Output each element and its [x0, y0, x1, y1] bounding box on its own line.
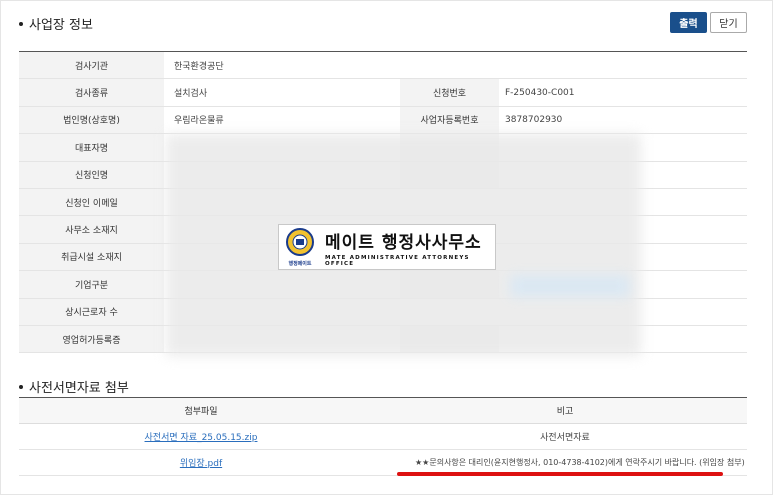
company-type-label: 기업구분 — [19, 270, 164, 299]
redaction-blur — [510, 275, 630, 297]
file-link[interactable]: 사전서면 자료_25.05.15.zip — [145, 433, 258, 443]
watermark-logo: 행정메이트 메이트 행정사사무소 MATE ADMINISTRATIVE ATT… — [278, 224, 496, 270]
section-title-attachments: 사전서면자료 첨부 — [19, 377, 129, 396]
print-button[interactable]: 출력 — [670, 12, 707, 33]
table-row: 검사종류 설치검사 신청번호 F-250430-C001 — [19, 78, 747, 107]
application-no-label: 신청번호 — [400, 78, 499, 107]
rep-name-label: 대표자명 — [19, 133, 164, 162]
facility-address-label: 취급시설 소재지 — [19, 243, 164, 272]
applicant-email-label: 신청인 이메일 — [19, 188, 164, 217]
inspection-agency-label: 검사기관 — [19, 51, 164, 80]
seal-icon: 행정메이트 — [283, 227, 317, 267]
table-row: 검사기관 한국환경공단 — [19, 51, 747, 80]
office-address-label: 사무소 소재지 — [19, 215, 164, 244]
watermark-title: 메이트 행정사사무소 — [325, 232, 482, 253]
table-header-row: 첨부파일 비고 — [19, 397, 747, 424]
applicant-label: 신청인명 — [19, 161, 164, 189]
bullet-icon — [19, 384, 23, 389]
application-no-value: F-250430-C001 — [499, 78, 747, 107]
section-title-business-info: 사업장 정보 — [19, 14, 93, 33]
table-row: 사전서면 자료_25.05.15.zip 사전서면자료 — [19, 423, 747, 450]
section-title-text: 사업장 정보 — [29, 18, 93, 33]
file-note: 사전서면자료 — [383, 423, 747, 450]
column-header-file: 첨부파일 — [19, 397, 383, 424]
table-row: 법인명(상호명) 우림라온물류 사업자등록번호 3878702930 — [19, 106, 747, 135]
bullet-icon — [19, 21, 23, 26]
inspection-type-label: 검사종류 — [19, 78, 164, 107]
biz-reg-no-value: 3878702930 — [499, 106, 747, 135]
biz-reg-no-label: 사업자등록번호 — [400, 106, 499, 135]
highlight-underline — [397, 472, 723, 476]
section-title-text: 사전서면자료 첨부 — [29, 381, 129, 396]
business-license-label: 영업허가등록증 — [19, 325, 164, 354]
close-button[interactable]: 닫기 — [710, 12, 747, 33]
corp-name-value: 우림라온물류 — [164, 106, 400, 135]
seal-text: 행정메이트 — [288, 261, 312, 267]
watermark-subtitle: MATE ADMINISTRATIVE ATTORNEYS OFFICE — [325, 254, 470, 267]
employees-label: 상시근로자 수 — [19, 298, 164, 326]
attachments-table: 첨부파일 비고 사전서면 자료_25.05.15.zip 사전서면자료 위임장.… — [19, 397, 747, 476]
inspection-agency-value: 한국환경공단 — [164, 51, 747, 80]
column-header-note: 비고 — [383, 397, 747, 424]
inspection-type-value: 설치검사 — [164, 78, 400, 107]
file-link[interactable]: 위임장.pdf — [180, 459, 222, 469]
corp-name-label: 법인명(상호명) — [19, 106, 164, 135]
